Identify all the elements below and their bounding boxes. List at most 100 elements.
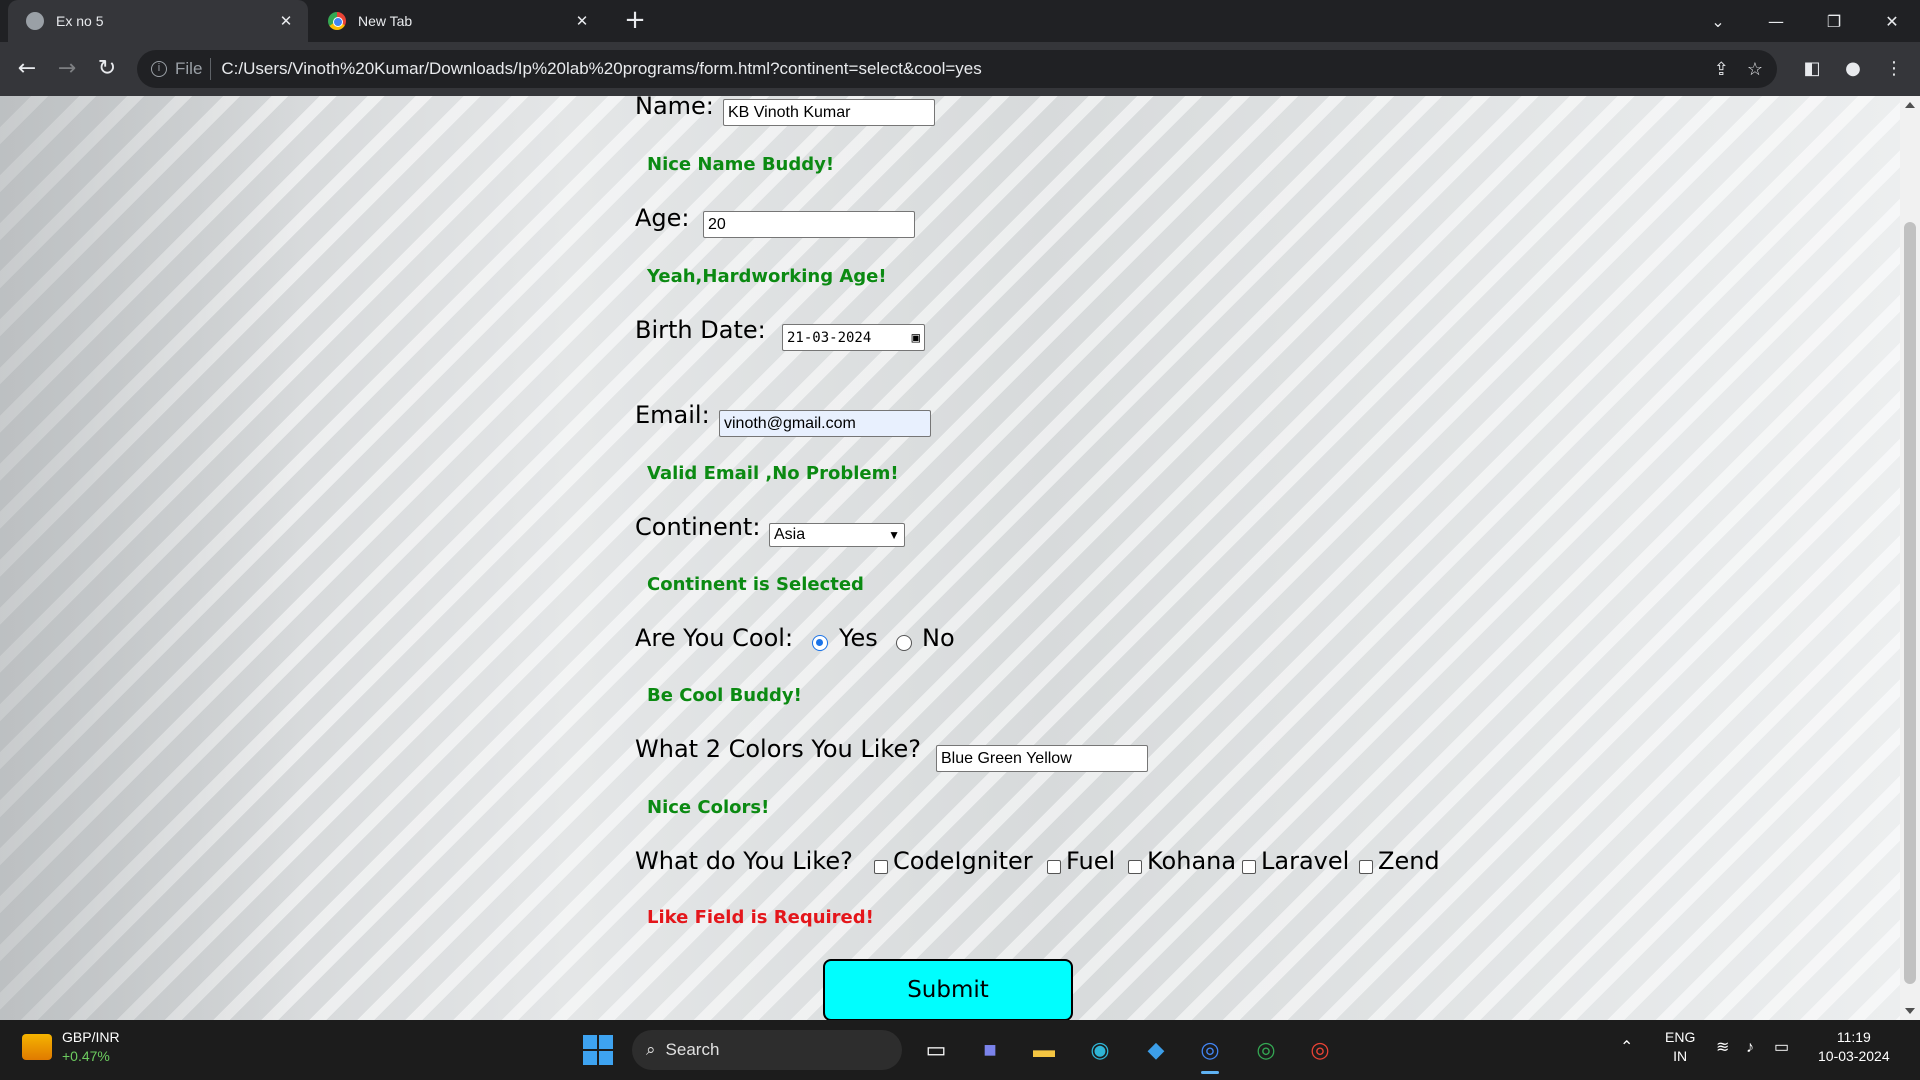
restore-button[interactable]: ❐ <box>1806 0 1862 42</box>
search-placeholder: Search <box>665 1040 720 1059</box>
continent-select[interactable]: Asia ▼ <box>769 523 905 547</box>
new-tab-button[interactable]: + <box>620 6 650 36</box>
bookmark-star-icon[interactable]: ☆ <box>1747 59 1763 80</box>
continent-message: Continent is Selected <box>647 574 864 595</box>
close-icon[interactable]: ✕ <box>570 12 594 30</box>
cool-yes-label: Yes <box>839 624 878 652</box>
close-window-button[interactable]: ✕ <box>1864 0 1920 42</box>
reload-button[interactable]: ↻ <box>92 54 122 84</box>
scheme-label: File <box>175 59 203 78</box>
calendar-icon[interactable]: ▣ <box>912 330 920 346</box>
likes-fuel-label: Fuel <box>1066 847 1116 875</box>
email-input[interactable] <box>719 410 931 437</box>
likes-laravel-label: Laravel <box>1261 847 1350 875</box>
language-indicator[interactable]: ENG IN <box>1665 1028 1695 1066</box>
likes-error-message: Like Field is Required! <box>647 907 874 928</box>
currency-icon <box>22 1034 52 1060</box>
clock[interactable]: 11:19 10-03-2024 <box>1818 1028 1890 1066</box>
likes-codeigniter-label: CodeIgniter <box>893 847 1033 875</box>
cool-no-radio[interactable] <box>896 635 912 651</box>
language-line2: IN <box>1673 1048 1688 1064</box>
close-icon[interactable]: ✕ <box>274 12 298 30</box>
email-message: Valid Email ,No Problem! <box>647 463 899 484</box>
windows-start-icon[interactable] <box>583 1035 613 1065</box>
name-message: Nice Name Buddy! <box>647 154 835 175</box>
cool-no-label: No <box>922 624 955 652</box>
tab-title: Ex no 5 <box>56 13 104 29</box>
likes-zend-label: Zend <box>1378 847 1440 875</box>
birth-date-value: 21-03-2024 <box>787 329 872 346</box>
tab-new-tab[interactable]: New Tab ✕ <box>310 0 604 42</box>
scroll-up-icon[interactable] <box>1905 102 1915 108</box>
forward-button[interactable]: → <box>52 54 82 84</box>
continent-selected-value: Asia <box>774 526 806 543</box>
continent-label: Continent: <box>635 513 761 541</box>
likes-label: What do You Like? <box>635 847 853 875</box>
clock-time: 11:19 <box>1836 1029 1871 1045</box>
likes-codeigniter-checkbox[interactable] <box>874 860 888 874</box>
wifi-icon[interactable]: ≋ <box>1716 1038 1729 1057</box>
file-explorer-icon[interactable]: ▬ <box>1026 1032 1062 1068</box>
side-panel-icon[interactable]: ◧ <box>1797 54 1827 84</box>
search-icon: ⌕ <box>646 1040 656 1059</box>
chrome-profile-v-icon[interactable]: ◎ <box>1302 1032 1338 1068</box>
likes-fuel-checkbox[interactable] <box>1047 860 1061 874</box>
widget-title: GBP/INR <box>62 1029 120 1045</box>
address-bar[interactable]: i File C:/Users/Vinoth%20Kumar/Downloads… <box>137 50 1777 88</box>
cool-message: Be Cool Buddy! <box>647 685 802 706</box>
show-hidden-icons[interactable]: ⌃ <box>1620 1038 1633 1057</box>
likes-kohana-checkbox[interactable] <box>1128 860 1142 874</box>
cool-yes-radio[interactable] <box>812 635 828 651</box>
age-input[interactable] <box>703 211 915 238</box>
info-icon[interactable]: i <box>151 61 167 77</box>
chrome-profile-icon[interactable]: ◎ <box>1248 1032 1284 1068</box>
url-text[interactable]: C:/Users/Vinoth%20Kumar/Downloads/Ip%20l… <box>221 59 981 79</box>
likes-kohana-label: Kohana <box>1147 847 1237 875</box>
name-input[interactable] <box>723 99 935 126</box>
birth-date-input[interactable]: 21-03-2024 ▣ <box>782 324 925 351</box>
profile-icon[interactable]: ● <box>1838 54 1868 84</box>
widget-change: +0.47% <box>62 1048 110 1064</box>
scroll-thumb[interactable] <box>1904 222 1916 984</box>
menu-icon[interactable]: ⋮ <box>1879 54 1909 84</box>
vscode-icon[interactable]: ◆ <box>1138 1032 1174 1068</box>
likes-laravel-checkbox[interactable] <box>1242 860 1256 874</box>
browser-toolbar: ← → ↻ i File C:/Users/Vinoth%20Kumar/Dow… <box>0 42 1920 96</box>
volume-icon[interactable]: ♪ <box>1746 1038 1754 1057</box>
submit-button[interactable]: Submit <box>823 959 1073 1020</box>
tab-ex-no-5[interactable]: Ex no 5 ✕ <box>8 0 308 42</box>
windows-taskbar: GBP/INR +0.47% ⌕ Search ▭ ■ ▬ ◉ ◆ ◎ ◎ ◎ … <box>0 1020 1920 1080</box>
age-message: Yeah,Hardworking Age! <box>647 266 887 287</box>
back-button[interactable]: ← <box>12 54 42 84</box>
colors-message: Nice Colors! <box>647 797 770 818</box>
tab-search-icon[interactable]: ⌄ <box>1690 0 1746 42</box>
chevron-down-icon: ▼ <box>888 528 900 542</box>
taskbar-search[interactable]: ⌕ Search <box>632 1030 902 1070</box>
language-line1: ENG <box>1665 1029 1696 1045</box>
chrome-taskbar-icon[interactable]: ◎ <box>1192 1032 1228 1074</box>
clock-date: 10-03-2024 <box>1818 1048 1890 1064</box>
cool-label: Are You Cool: <box>635 624 794 652</box>
page-scrollbar[interactable] <box>1900 96 1920 1020</box>
battery-icon[interactable]: ▭ <box>1774 1038 1789 1057</box>
email-label: Email: <box>635 401 710 429</box>
divider <box>210 58 212 80</box>
colors-label: What 2 Colors You Like? <box>635 735 921 763</box>
birth-date-label: Birth Date: <box>635 316 766 344</box>
chrome-icon <box>328 12 346 30</box>
age-label: Age: <box>635 204 690 232</box>
scroll-down-icon[interactable] <box>1905 1008 1915 1014</box>
market-widget[interactable]: GBP/INR +0.47% <box>22 1028 120 1066</box>
minimize-button[interactable]: — <box>1748 0 1804 42</box>
globe-icon <box>26 12 44 30</box>
name-label: Name: <box>635 96 714 120</box>
likes-zend-checkbox[interactable] <box>1359 860 1373 874</box>
colors-input[interactable] <box>936 745 1148 772</box>
tab-strip: Ex no 5 ✕ New Tab ✕ + ⌄ — ❐ ✕ <box>0 0 1920 42</box>
page-viewport: Name: Nice Name Buddy! Age: Yeah,Hardwor… <box>0 96 1900 1020</box>
edge-icon[interactable]: ◉ <box>1082 1032 1118 1068</box>
tab-title: New Tab <box>358 13 413 29</box>
teams-chat-icon[interactable]: ■ <box>972 1032 1008 1068</box>
share-icon[interactable]: ⇪ <box>1714 59 1729 80</box>
task-view-icon[interactable]: ▭ <box>918 1032 954 1068</box>
